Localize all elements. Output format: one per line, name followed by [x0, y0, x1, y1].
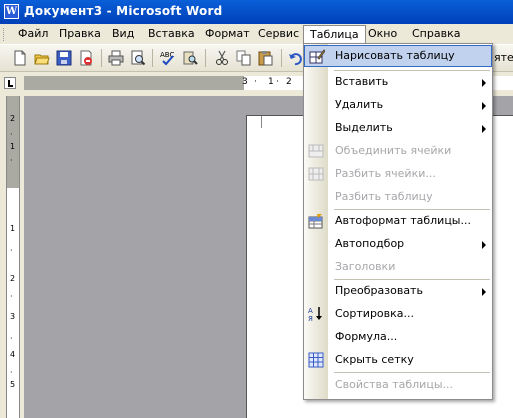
menu-item-delete[interactable]: Удалить: [304, 94, 492, 116]
ruler-mark: 3: [10, 312, 16, 321]
window-title: Документ3 - Microsoft Word: [24, 4, 223, 18]
menu-item-merge-cells[interactable]: Объединить ячейки: [304, 140, 492, 162]
ruler-mark: ·: [10, 246, 13, 255]
ruler-mark: ·: [254, 77, 257, 87]
menu-help[interactable]: Справка: [411, 26, 461, 42]
print-preview-icon[interactable]: [130, 50, 146, 66]
merge-cells-icon: [308, 143, 324, 159]
ruler-mark: 5: [10, 380, 16, 389]
ruler-mark: 2: [10, 114, 16, 123]
ruler-mark: 1: [10, 224, 16, 233]
submenu-arrow-icon: [482, 79, 486, 87]
menu-edit[interactable]: Правка: [58, 26, 102, 42]
menu-tools[interactable]: Сервис: [257, 26, 300, 42]
tab-selector-button[interactable]: [4, 77, 16, 89]
research-icon[interactable]: [182, 50, 198, 66]
menu-item-formula[interactable]: Формула...: [304, 326, 492, 348]
draw-table-icon: [309, 49, 326, 65]
submenu-arrow-icon: [482, 125, 486, 133]
menu-item-sort[interactable]: AЯ Сортировка...: [304, 303, 492, 325]
print-icon[interactable]: [108, 50, 124, 66]
undo-icon[interactable]: [288, 50, 304, 66]
ruler-mark: ·: [276, 77, 279, 87]
submenu-arrow-icon: [482, 288, 486, 296]
ruler-mark: 2: [286, 77, 292, 87]
menu-item-split-table[interactable]: Разбить таблицу: [304, 186, 492, 208]
ruler-mark: ·: [10, 292, 13, 301]
ruler-mark: 1: [268, 77, 274, 87]
ruler-mark: ·: [10, 368, 13, 377]
ruler-mark: 4: [10, 350, 16, 359]
split-cells-icon: [308, 166, 324, 182]
menu-item-autofit[interactable]: Автоподбор: [304, 233, 492, 255]
copy-icon[interactable]: [236, 50, 252, 66]
ruler-mark: ·: [10, 130, 13, 139]
menu-window[interactable]: Окно: [367, 26, 398, 42]
hide-gridlines-icon: [308, 352, 324, 368]
menu-item-draw-table[interactable]: Нарисовать таблицу: [304, 45, 492, 67]
table-autoformat-icon: [308, 213, 324, 229]
title-bar: W Документ3 - Microsoft Word: [0, 0, 513, 24]
ruler-mark: 2: [10, 274, 16, 283]
ruler-mark: ·: [10, 334, 13, 343]
submenu-arrow-icon: [482, 102, 486, 110]
menu-insert[interactable]: Вставка: [147, 26, 196, 42]
vertical-ruler[interactable]: 2 · 1 · 1 · 2 · 3 · 4 · 5: [6, 96, 20, 418]
menu-item-convert[interactable]: Преобразовать: [304, 280, 492, 302]
save-icon[interactable]: [56, 50, 72, 66]
ruler-mark: ·: [10, 156, 13, 165]
spelling-icon[interactable]: ABC: [160, 50, 176, 66]
menu-item-hide-gridlines[interactable]: Скрыть сетку: [304, 349, 492, 371]
menubar-grip[interactable]: [3, 28, 7, 41]
submenu-arrow-icon: [482, 241, 486, 249]
table-menu-dropdown: Нарисовать таблицу Вставить Удалить Выде…: [303, 43, 493, 400]
menu-bar: Файл Правка Вид Вставка Формат Сервис Та…: [0, 24, 513, 44]
menu-item-table-autoformat[interactable]: Автоформат таблицы...: [304, 210, 492, 232]
menu-item-headings[interactable]: Заголовки: [304, 256, 492, 278]
svg-text:A: A: [308, 307, 313, 315]
menu-format[interactable]: Формат: [204, 26, 251, 42]
word-app-icon[interactable]: W: [4, 4, 19, 19]
menu-view[interactable]: Вид: [111, 26, 135, 42]
menu-item-insert[interactable]: Вставить: [304, 71, 492, 93]
ruler-mark: 3: [242, 77, 248, 87]
permission-icon[interactable]: [78, 50, 94, 66]
open-folder-icon[interactable]: [34, 50, 50, 66]
cut-icon[interactable]: [214, 50, 230, 66]
menu-table[interactable]: Таблица: [303, 25, 366, 43]
new-document-icon[interactable]: [12, 50, 28, 66]
menu-file[interactable]: Файл: [17, 26, 49, 42]
sort-icon: AЯ: [308, 306, 324, 323]
menu-item-table-properties[interactable]: Свойства таблицы...: [304, 374, 492, 396]
paste-icon[interactable]: [258, 50, 274, 66]
svg-text:Я: Я: [308, 315, 313, 322]
menu-item-select[interactable]: Выделить: [304, 117, 492, 139]
ruler-mark: 1: [10, 142, 16, 151]
menu-item-split-cells[interactable]: Разбить ячейки...: [304, 163, 492, 185]
toolbar-clipped-text: ятен: [494, 51, 513, 64]
